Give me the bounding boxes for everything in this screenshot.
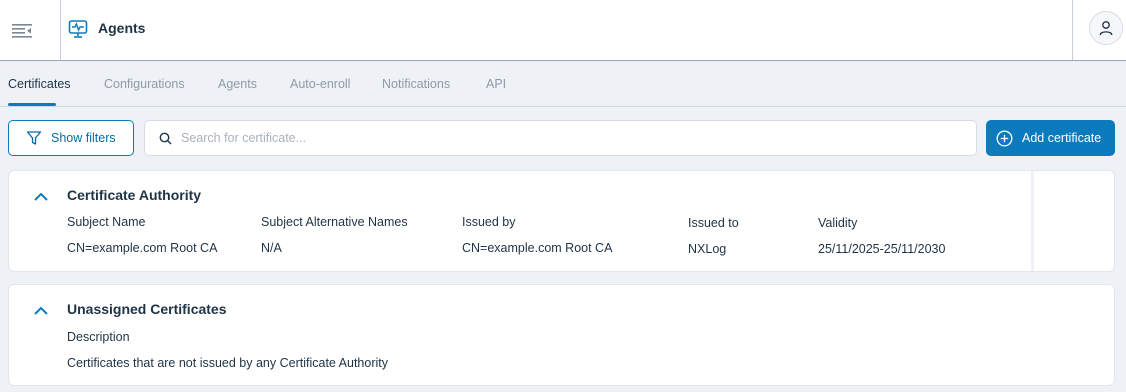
add-certificate-button[interactable]: Add certificate: [986, 120, 1115, 156]
divider: [1072, 0, 1073, 60]
chevron-up-icon[interactable]: [33, 189, 49, 205]
column-header-issued-to: Issued to: [688, 216, 739, 230]
card-title: Unassigned Certificates: [67, 301, 227, 317]
column-header-description: Description: [67, 330, 130, 344]
search-input[interactable]: [181, 131, 961, 145]
plus-circle-icon: [996, 130, 1013, 146]
unassigned-certificates-card: Unassigned Certificates Description Cert…: [8, 284, 1115, 386]
card-title: Certificate Authority: [67, 187, 202, 203]
certificate-authority-card: Certificate Authority Subject Name Subje…: [8, 170, 1115, 272]
tab-certificates[interactable]: Certificates: [8, 77, 71, 91]
menu-toggle-button[interactable]: [0, 0, 44, 60]
chevron-up-icon[interactable]: [33, 303, 49, 319]
tab-auto-enroll[interactable]: Auto-enroll: [290, 77, 350, 91]
tab-notifications[interactable]: Notifications: [382, 77, 450, 91]
issued-to-value: NXLog: [688, 242, 727, 256]
top-bar: Agents: [0, 0, 1126, 61]
subject-alt-names-value: N/A: [261, 241, 282, 255]
user-menu-button[interactable]: [1089, 11, 1123, 45]
issued-by-value: CN=example.com Root CA: [462, 241, 613, 255]
page-title: Agents: [98, 20, 146, 36]
tab-configurations[interactable]: Configurations: [104, 77, 185, 91]
search-box[interactable]: [144, 120, 977, 156]
column-header-issued-by: Issued by: [462, 215, 516, 229]
add-certificate-label: Add certificate: [1022, 131, 1102, 145]
card-divider: [1031, 171, 1034, 271]
menu-collapse-icon: [12, 24, 32, 38]
subject-name-value: CN=example.com Root CA: [67, 241, 218, 255]
tab-agents[interactable]: Agents: [218, 77, 257, 91]
user-icon: [1099, 21, 1113, 36]
show-filters-button[interactable]: Show filters: [8, 120, 134, 156]
divider: [60, 0, 61, 60]
search-icon: [159, 132, 172, 144]
column-header-subject-alt-names: Subject Alternative Names: [261, 215, 408, 229]
column-header-validity: Validity: [818, 216, 858, 230]
monitor-pulse-icon: [68, 20, 88, 38]
tab-bar: Certificates Configurations Agents Auto-…: [0, 62, 1126, 107]
active-tab-indicator: [8, 103, 56, 106]
description-value: Certificates that are not issued by any …: [67, 356, 388, 370]
show-filters-label: Show filters: [51, 131, 116, 145]
column-header-subject-name: Subject Name: [67, 215, 146, 229]
tab-api[interactable]: API: [486, 77, 506, 91]
filter-icon: [26, 131, 42, 145]
validity-value: 25/11/2025-25/11/2030: [818, 242, 946, 256]
